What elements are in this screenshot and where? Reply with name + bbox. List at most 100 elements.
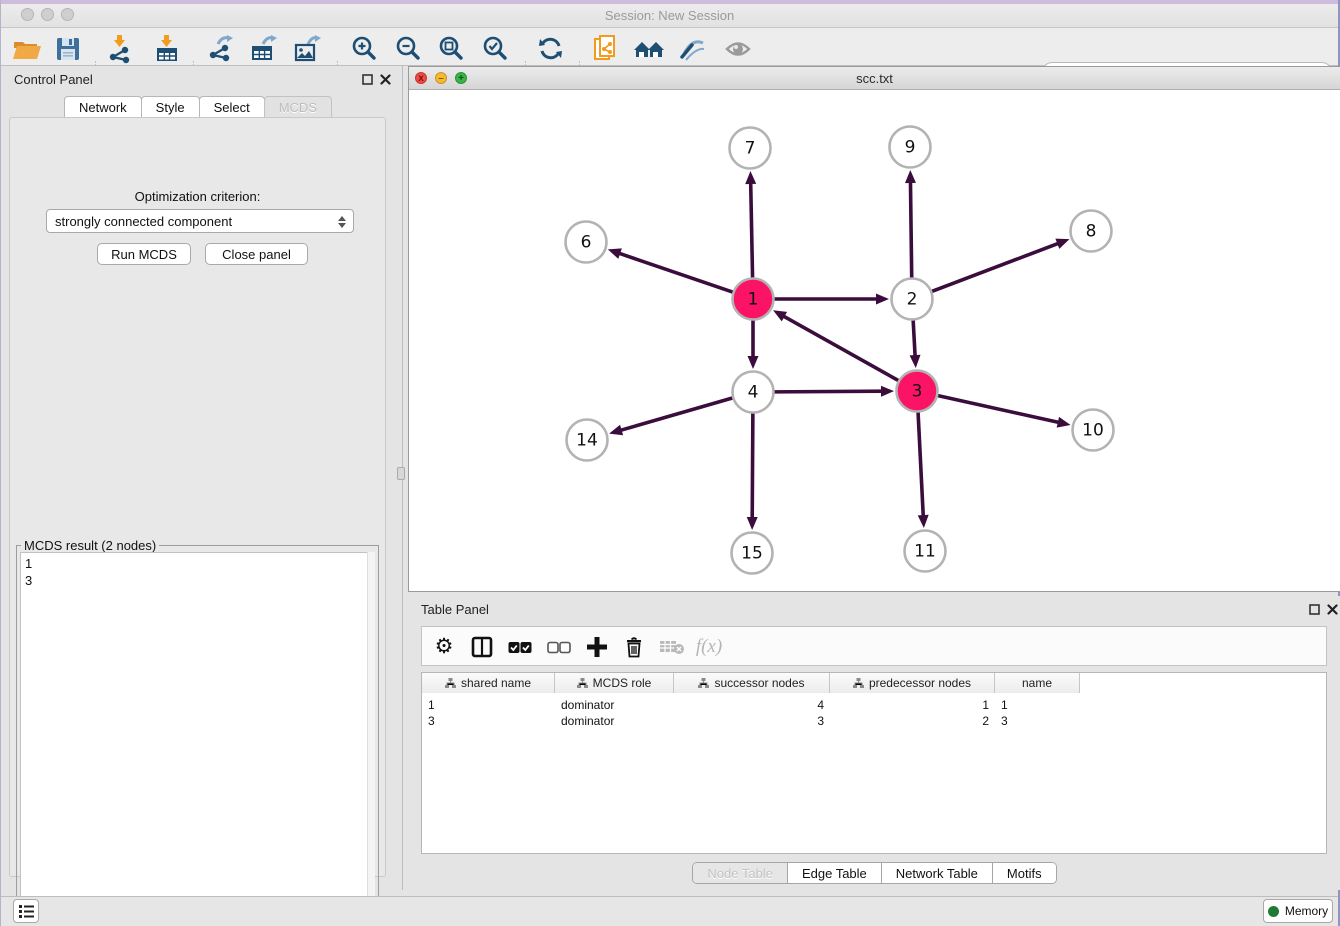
export-table-icon[interactable] (246, 32, 280, 66)
cell-successor-nodes[interactable]: 4 (674, 697, 830, 713)
result-scrollbar[interactable] (367, 552, 375, 918)
zoom-out-icon[interactable] (391, 32, 425, 66)
delete-column-trash-icon[interactable] (621, 635, 647, 659)
status-bar: Memory (1, 896, 1338, 926)
cell-shared-name[interactable]: 3 (422, 713, 555, 729)
tab-select[interactable]: Select (199, 96, 265, 118)
control-panel-header: Control Panel (1, 66, 394, 92)
delete-table-icon[interactable] (659, 635, 685, 659)
tab-mcds[interactable]: MCDS (264, 96, 332, 118)
graph-edge-2-8[interactable] (932, 243, 1059, 291)
cell-mcds-role[interactable]: dominator (555, 697, 674, 713)
table-toolbar: ⚙ f(x) (421, 626, 1327, 666)
task-list-icon (18, 904, 35, 919)
cell-shared-name[interactable]: 1 (422, 697, 555, 713)
table-options-gear-icon[interactable]: ⚙ (431, 635, 457, 659)
cell-successor-nodes[interactable]: 3 (674, 713, 830, 729)
table-tabs: Node Table Edge Table Network Table Moti… (408, 862, 1340, 884)
graph-edge-3-1[interactable] (783, 316, 899, 381)
tab-edge-table[interactable]: Edge Table (788, 863, 882, 883)
save-session-icon[interactable] (51, 32, 85, 66)
optimization-criterion-label: Optimization criterion: (10, 189, 385, 204)
select-all-checkboxes-icon[interactable] (507, 635, 533, 659)
float-panel-icon[interactable] (360, 72, 374, 86)
graph-edge-4-15[interactable] (752, 413, 753, 519)
cell-predecessor-nodes[interactable]: 2 (830, 713, 995, 729)
table-row[interactable]: 3 dominator 3 2 3 (422, 713, 1080, 729)
table-row[interactable]: 1 dominator 4 1 1 (422, 697, 1080, 713)
tab-node-table[interactable]: Node Table (693, 863, 788, 883)
style-preview-icon[interactable] (676, 32, 710, 66)
graph-node-label: 6 (581, 233, 592, 253)
column-header-successor-nodes[interactable]: successor nodes (674, 673, 830, 693)
network-window-titlebar[interactable]: x – + scc.txt (409, 67, 1340, 90)
float-table-panel-icon[interactable] (1307, 602, 1321, 616)
network-view-window: x – + scc.txt 1234678910111415 (408, 66, 1340, 592)
criterion-dropdown[interactable]: strongly connected component (46, 209, 354, 233)
graph-node-label: 10 (1082, 421, 1104, 441)
memory-label: Memory (1285, 904, 1328, 918)
column-sort-icon (577, 678, 588, 688)
tab-style[interactable]: Style (141, 96, 200, 118)
add-column-icon[interactable] (584, 635, 610, 659)
graph-edge-2-3[interactable] (913, 320, 915, 357)
import-network-icon[interactable] (103, 32, 137, 66)
column-label: MCDS role (593, 676, 652, 690)
column-header-predecessor-nodes[interactable]: predecessor nodes (830, 673, 995, 693)
edge-arrowhead (905, 170, 916, 183)
graph-edge-4-3[interactable] (774, 391, 883, 392)
refresh-icon[interactable] (534, 32, 568, 66)
column-header-name[interactable]: name (995, 673, 1080, 693)
close-panel-icon[interactable] (378, 72, 392, 86)
mcds-result-title: MCDS result (2 nodes) (21, 538, 159, 553)
app-titlebar: Session: New Session (1, 0, 1338, 28)
graph-node-label: 3 (912, 382, 923, 402)
export-network-icon[interactable] (203, 32, 237, 66)
export-image-icon[interactable] (290, 32, 324, 66)
task-list-button[interactable] (13, 899, 39, 923)
main-toolbar (1, 28, 1338, 66)
network-canvas[interactable]: 1234678910111415 (409, 90, 1340, 591)
graph-edge-1-6[interactable] (618, 253, 732, 292)
close-table-panel-icon[interactable] (1325, 602, 1339, 616)
column-header-mcds-role[interactable]: MCDS role (555, 673, 674, 693)
function-builder-fx-icon[interactable]: f(x) (696, 635, 722, 659)
cell-mcds-role[interactable]: dominator (555, 713, 674, 729)
graph-node-label: 8 (1086, 222, 1097, 242)
cell-predecessor-nodes[interactable]: 1 (830, 697, 995, 713)
import-table-icon[interactable] (150, 32, 184, 66)
open-session-icon[interactable] (10, 32, 44, 66)
new-network-from-selection-icon[interactable] (589, 32, 623, 66)
edge-arrowhead (1055, 239, 1069, 249)
graph-edge-4-14[interactable] (620, 398, 733, 431)
close-panel-button[interactable]: Close panel (205, 243, 308, 265)
zoom-fit-icon[interactable] (434, 32, 468, 66)
graph-edge-3-11[interactable] (918, 412, 923, 517)
zoom-selected-icon[interactable] (478, 32, 512, 66)
show-hide-eye-icon[interactable] (721, 32, 755, 66)
graph-node-label: 1 (748, 290, 759, 310)
table-panel-title: Table Panel (421, 602, 489, 617)
graph-edge-2-9[interactable] (910, 181, 911, 278)
zoom-in-icon[interactable] (347, 32, 381, 66)
graph-edge-1-7[interactable] (751, 182, 753, 278)
run-mcds-button[interactable]: Run MCDS (97, 243, 191, 265)
column-manager-icon[interactable] (469, 635, 495, 659)
cell-name[interactable]: 3 (995, 713, 1080, 729)
cell-name[interactable]: 1 (995, 697, 1080, 713)
mcds-result-group: MCDS result (2 nodes) 1 3 (16, 545, 379, 922)
edge-arrowhead (910, 355, 921, 368)
edge-arrowhead (1057, 417, 1071, 428)
column-header-shared-name[interactable]: shared name (422, 673, 555, 693)
tab-network[interactable]: Network (64, 96, 142, 118)
graph-edge-3-10[interactable] (938, 396, 1060, 423)
mcds-result-text[interactable]: 1 3 (20, 552, 375, 918)
splitter-handle[interactable] (397, 467, 405, 480)
home-icon[interactable] (632, 32, 666, 66)
tab-motifs[interactable]: Motifs (993, 863, 1056, 883)
memory-button[interactable]: Memory (1263, 899, 1333, 923)
session-title: Session: New Session (1, 8, 1338, 23)
deselect-all-checkboxes-icon[interactable] (546, 635, 572, 659)
network-graph[interactable]: 1234678910111415 (409, 90, 1340, 591)
tab-network-table[interactable]: Network Table (882, 863, 993, 883)
